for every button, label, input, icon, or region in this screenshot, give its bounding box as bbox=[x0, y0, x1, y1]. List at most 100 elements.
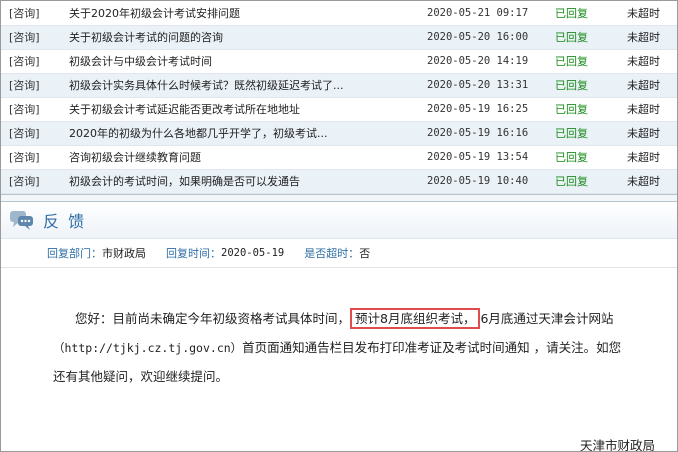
table-row[interactable]: [咨询] 关于2020年初级会计考试安排问题 2020-05-21 09:17 已回复… bbox=[1, 1, 677, 26]
title-cell: 2020年的初级为什么各地都几乎开学了，初级考试... bbox=[69, 121, 427, 146]
feedback-title: 反 馈 bbox=[43, 211, 87, 231]
overdue-cell: 未超时 bbox=[627, 73, 677, 98]
section-divider bbox=[1, 193, 677, 202]
category-cell: [咨询] bbox=[1, 1, 69, 26]
signature: 天津市财政局 bbox=[579, 437, 655, 452]
category-cell: [咨询] bbox=[9, 103, 40, 116]
title-cell: 初级会计与中级会计考试时间 bbox=[69, 49, 427, 74]
title-link[interactable]: 咨询初级会计继续教育问题 bbox=[69, 151, 201, 164]
category-cell: [咨询] bbox=[9, 55, 40, 68]
category-cell: [咨询] bbox=[1, 145, 69, 170]
website-url: （http://tjkj.cz.tj.gov.cn） bbox=[53, 340, 243, 355]
overdue-cell: 未超时 bbox=[627, 6, 660, 20]
category-cell: [咨询] bbox=[1, 121, 69, 146]
date-cell: 2020-05-19 16:25 bbox=[427, 97, 555, 122]
status-cell: 已回复 bbox=[555, 121, 627, 146]
consult-table: [咨询] 关于2020年初级会计考试安排问题 2020-05-21 09:17 已回复… bbox=[1, 1, 677, 194]
status-cell: 已回复 bbox=[555, 97, 627, 122]
title-cell: 咨询初级会计继续教育问题 bbox=[69, 145, 427, 170]
status-cell: 已回复 bbox=[555, 169, 627, 194]
title-link[interactable]: 关于初级会计考试延迟能否更改考试所在地地址 bbox=[69, 103, 300, 116]
status-cell: 已回复 bbox=[555, 145, 627, 170]
date-cell: 2020-05-20 13:31 bbox=[427, 73, 555, 98]
title-cell: 关于初级会计考试延迟能否更改考试所在地地址 bbox=[69, 97, 427, 122]
status-cell: 已回复 bbox=[555, 31, 588, 44]
category-cell: [咨询] bbox=[9, 31, 40, 44]
overdue-cell: 未超时 bbox=[627, 25, 677, 50]
status-cell: 已回复 bbox=[555, 175, 588, 188]
date-cell: 2020-05-20 13:31 bbox=[427, 79, 529, 91]
title-link[interactable]: 初级会计实务具体什么时候考试？既然初级延迟考试了... bbox=[69, 79, 344, 92]
date-cell: 2020-05-19 16:16 bbox=[427, 121, 555, 146]
category-cell: [咨询] bbox=[9, 127, 40, 140]
date-cell: 2020-05-20 14:19 bbox=[427, 55, 529, 67]
time-value: 2020-05-19 bbox=[221, 246, 285, 259]
title-link[interactable]: 初级会计的考试时间，如果明确是否可以发通告 bbox=[69, 175, 300, 188]
overdue-cell: 未超时 bbox=[627, 97, 677, 122]
table-row[interactable]: [咨询] 初级会计实务具体什么时候考试？既然初级延迟考试了... 2020-05-2… bbox=[1, 73, 677, 98]
status-cell: 已回复 bbox=[555, 73, 627, 98]
reply-line-2: （http://tjkj.cz.tj.gov.cn）首页面通知通告栏目发布打印准… bbox=[53, 334, 621, 363]
title-link[interactable]: 关于初级会计考试的问题的咨询 bbox=[69, 31, 223, 44]
reply-line-3: 还有其他疑问，欢迎继续提问。 bbox=[53, 368, 229, 384]
reply-meta: 回复部门： 市财政局 回复时间： 2020-05-19 是否超时： 否 bbox=[1, 239, 677, 268]
time-label: 回复时间： bbox=[166, 246, 221, 260]
reply-body: 您好：目前尚未确定今年初级资格考试具体时间， 预计8月底组织考试， 6月底通过天津会… bbox=[1, 268, 677, 452]
date-cell: 2020-05-19 13:54 bbox=[427, 151, 529, 163]
overdue-cell: 未超时 bbox=[627, 127, 660, 140]
overdue-cell: 未超时 bbox=[627, 121, 677, 146]
overdue-cell: 未超时 bbox=[627, 169, 677, 194]
date-cell: 2020-05-19 16:25 bbox=[427, 103, 529, 115]
category-cell: [咨询] bbox=[1, 73, 69, 98]
reply-line-1: 您好：目前尚未确定今年初级资格考试具体时间， 预计8月底组织考试， 6月底通过天津会… bbox=[75, 305, 613, 334]
overdue-cell: 未超时 bbox=[627, 79, 660, 92]
category-cell: [咨询] bbox=[9, 151, 40, 164]
table-row[interactable]: [咨询] 初级会计与中级会计考试时间 2020-05-20 14:19 已回复 未超时 bbox=[1, 49, 677, 74]
overdue-cell: 未超时 bbox=[627, 31, 660, 44]
category-cell: [咨询] bbox=[9, 175, 40, 188]
highlighted-text: 预计8月底组织考试， bbox=[350, 307, 481, 329]
status-cell: 已回复 bbox=[555, 151, 588, 164]
category-cell: [咨询] bbox=[1, 169, 69, 194]
overdue-cell: 未超时 bbox=[627, 55, 660, 68]
date-cell: 2020-05-21 09:17 bbox=[427, 6, 529, 19]
status-cell: 已回复 bbox=[555, 25, 627, 50]
date-cell: 2020-05-20 16:00 bbox=[427, 31, 529, 43]
overdue-value: 否 bbox=[359, 246, 371, 260]
category-cell: [咨询] bbox=[1, 97, 69, 122]
date-cell: 2020-05-19 13:54 bbox=[427, 145, 555, 170]
table-row[interactable]: [咨询] 关于初级会计考试延迟能否更改考试所在地地址 2020-05-19 16:2… bbox=[1, 97, 677, 122]
overdue-cell: 未超时 bbox=[627, 151, 660, 164]
reply-text-a: 您好：目前尚未确定今年初级资格考试具体时间， bbox=[75, 310, 351, 326]
chat-bubble-icon bbox=[9, 209, 35, 231]
status-cell: 已回复 bbox=[555, 79, 588, 92]
feedback-header: 反 馈 bbox=[1, 201, 677, 239]
table-row[interactable]: [咨询] 2020年的初级为什么各地都几乎开学了，初级考试... 2020-05-1… bbox=[1, 121, 677, 146]
title-link[interactable]: 2020年的初级为什么各地都几乎开学了，初级考试... bbox=[69, 127, 327, 140]
status-cell: 已回复 bbox=[555, 55, 588, 68]
feedback-panel: 反 馈 回复部门： 市财政局 回复时间： 2020-05-19 是否超时： 否 … bbox=[1, 201, 677, 452]
dept-label: 回复部门： bbox=[47, 246, 102, 260]
date-cell: 2020-05-19 16:16 bbox=[427, 127, 529, 139]
title-cell: 关于2020年初级会计考试安排问题 bbox=[69, 1, 427, 26]
title-cell: 初级会计的考试时间，如果明确是否可以发通告 bbox=[69, 169, 427, 194]
category-cell: [咨询] bbox=[9, 79, 40, 92]
status-cell: 已回复 bbox=[555, 6, 588, 20]
status-cell: 已回复 bbox=[555, 1, 627, 26]
date-cell: 2020-05-20 14:19 bbox=[427, 49, 555, 74]
reply-text-c: 首页面通知通告栏目发布打印准考证及考试时间通知 ，请关注。如您 bbox=[242, 339, 622, 355]
overdue-cell: 未超时 bbox=[627, 1, 677, 26]
title-link[interactable]: 初级会计与中级会计考试时间 bbox=[69, 55, 212, 68]
table-row[interactable]: [咨询] 咨询初级会计继续教育问题 2020-05-19 13:54 已回复 未超时 bbox=[1, 145, 677, 170]
overdue-cell: 未超时 bbox=[627, 49, 677, 74]
table-row[interactable]: [咨询] 初级会计的考试时间，如果明确是否可以发通告 2020-05-19 10:4… bbox=[1, 169, 677, 194]
date-cell: 2020-05-19 10:40 bbox=[427, 169, 555, 194]
dept-value: 市财政局 bbox=[102, 246, 146, 260]
overdue-cell: 未超时 bbox=[627, 103, 660, 116]
category-cell: [咨询] bbox=[9, 6, 40, 20]
title-link[interactable]: 关于2020年初级会计考试安排问题 bbox=[69, 7, 240, 20]
table-row[interactable]: [咨询] 关于初级会计考试的问题的咨询 2020-05-20 16:00 已回复 未超时 bbox=[1, 25, 677, 50]
category-cell: [咨询] bbox=[1, 49, 69, 74]
status-cell: 已回复 bbox=[555, 127, 588, 140]
date-cell: 2020-05-20 16:00 bbox=[427, 25, 555, 50]
